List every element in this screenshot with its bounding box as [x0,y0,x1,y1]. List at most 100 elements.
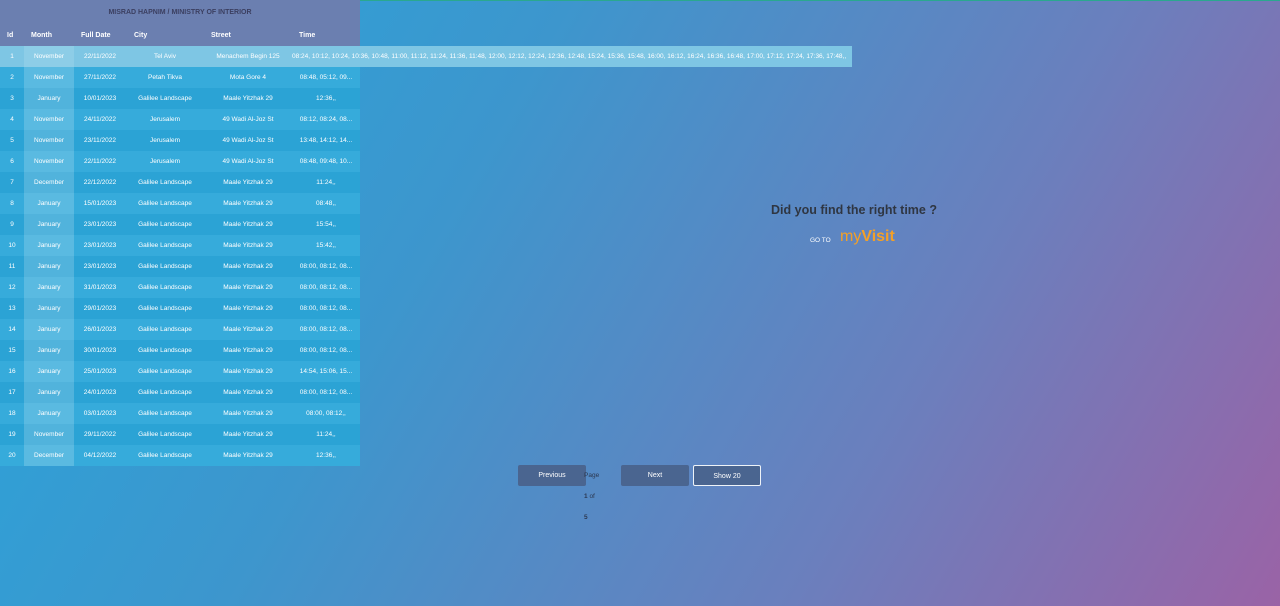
cell-full-date: 22/11/2022 [83,158,117,165]
cell-id: 4 [10,116,14,123]
cell-id: 12 [8,284,16,291]
cell-city: Galilee Landscape [138,410,192,417]
cell-time: 12:36,, [316,452,336,459]
table-row[interactable]: 1 November 22/11/2022 Tel Aviv Menachem Begi… [0,46,853,67]
cell-id: 19 [8,431,16,438]
column-header-month[interactable]: Month [31,25,52,46]
cell-time: 08:00, 08:12, 08... [299,326,353,333]
cell-full-date: 24/11/2022 [83,116,117,123]
cell-street: Maale Yitzhak 29 [223,179,273,186]
cell-street: Maale Yitzhak 29 [223,452,273,459]
cell-id: 16 [8,368,16,375]
table-row[interactable]: 13 January 29/01/2023 Galilee Landscape Maal… [0,298,360,319]
cell-month: January [24,235,74,256]
table-row[interactable]: 18 January 03/01/2023 Galilee Landscape Maal… [0,403,360,424]
cell-month: November [24,130,74,151]
table-row[interactable]: 14 January 26/01/2023 Galilee Landscape Maal… [0,319,360,340]
cell-full-date: 23/01/2023 [83,242,117,249]
cell-street: Maale Yitzhak 29 [223,263,273,270]
cell-month: January [24,193,74,214]
cell-time: 08:00, 08:12, 08... [299,305,353,312]
promo-panel: Did you find the right time ? GO TO myVi… [740,203,968,245]
cell-id: 1 [10,53,14,60]
table-row[interactable]: 5 November 23/11/2022 Jerusalem 49 Wadi Al-J… [0,130,360,151]
cell-id: 11 [8,263,16,270]
brand-prefix: my [840,228,862,245]
table-row[interactable]: 17 January 24/01/2023 Galilee Landscape Maal… [0,382,360,403]
page-label: Page [584,472,600,479]
cell-time: 08:48, 05:12, 09... [299,74,353,81]
cell-street: Maale Yitzhak 29 [223,284,273,291]
cell-time: 15:54,, [316,221,336,228]
cell-street: Maale Yitzhak 29 [223,389,273,396]
cell-month: November [24,424,74,445]
myvisit-link[interactable]: myVisit [840,228,895,246]
table-row[interactable]: 15 January 30/01/2023 Galilee Landscape Maal… [0,340,360,361]
cell-street: Maale Yitzhak 29 [223,410,273,417]
cell-city: Galilee Landscape [138,326,192,333]
cell-street: Maale Yitzhak 29 [223,95,273,102]
table-row[interactable]: 6 November 22/11/2022 Jerusalem 49 Wadi Al-J… [0,151,360,172]
column-header-street[interactable]: Street [211,25,231,46]
cell-city: Galilee Landscape [138,284,192,291]
cell-full-date: 10/01/2023 [83,95,117,102]
column-header-id[interactable]: Id [7,25,13,46]
cell-id: 13 [8,305,16,312]
cell-full-date: 22/12/2022 [83,179,117,186]
table-row[interactable]: 12 January 31/01/2023 Galilee Landscape Maal… [0,277,360,298]
cell-id: 6 [10,158,14,165]
column-header-full-date[interactable]: Full Date [81,25,111,46]
page-indicator: Page 1 of 5 [584,465,599,528]
table-row[interactable]: 20 December 04/12/2022 Galilee Landscape Maa… [0,445,360,466]
table-body: 1 November 22/11/2022 Tel Aviv Menachem Begi… [0,46,853,466]
cell-street: Menachem Begin 125 [216,53,280,60]
cell-city: Tel Aviv [154,53,176,60]
cell-city: Galilee Landscape [138,95,192,102]
cell-street: Maale Yitzhak 29 [223,200,273,207]
cell-id: 2 [10,74,14,81]
table-row[interactable]: 11 January 23/01/2023 Galilee Landscape Maal… [0,256,360,277]
table-row[interactable]: 3 January 10/01/2023 Galilee Landscape Maale… [0,88,360,109]
cell-city: Galilee Landscape [138,221,192,228]
cell-month: November [24,46,74,67]
column-header-city[interactable]: City [134,25,147,46]
cell-month: January [24,319,74,340]
table-row[interactable]: 2 November 27/11/2022 Petah Tikva Mota Gore … [0,67,360,88]
next-button[interactable]: Next [621,465,689,486]
cell-month: January [24,298,74,319]
cell-id: 9 [10,221,14,228]
cell-month: January [24,340,74,361]
cell-time: 11:24,, [316,431,336,438]
cell-id: 10 [8,242,16,249]
cell-city: Jerusalem [150,158,180,165]
table-row[interactable]: 16 January 25/01/2023 Galilee Landscape Maal… [0,361,360,382]
previous-button[interactable]: Previous [518,465,586,486]
table-row[interactable]: 10 January 23/01/2023 Galilee Landscape Maal… [0,235,360,256]
cell-full-date: 31/01/2023 [83,284,117,291]
cell-city: Jerusalem [150,116,180,123]
cell-time: 08:24, 10:12, 10:24, 10:36, 10:48, 11:00… [292,46,853,67]
cell-time: 08:00, 08:12, 08... [299,263,353,270]
cell-id: 5 [10,137,14,144]
table-row[interactable]: 9 January 23/01/2023 Galilee Landscape Maale… [0,214,360,235]
table-row[interactable]: 7 December 22/12/2022 Galilee Landscape Maal… [0,172,360,193]
cell-full-date: 26/01/2023 [83,326,117,333]
cell-street: Maale Yitzhak 29 [223,431,273,438]
table-row[interactable]: 8 January 15/01/2023 Galilee Landscape Maale… [0,193,360,214]
page-size-select[interactable]: Show 20 [693,465,761,486]
appointments-table: MISRAD HAPNIM / MINISTRY OF INTERIOR Id … [0,0,853,466]
cell-full-date: 22/11/2022 [83,53,117,60]
cell-month: January [24,382,74,403]
column-header-time[interactable]: Time [299,25,315,46]
table-row[interactable]: 4 November 24/11/2022 Jerusalem 49 Wadi Al-J… [0,109,360,130]
cell-month: January [24,88,74,109]
table-row[interactable]: 19 November 29/11/2022 Galilee Landscape Maa… [0,424,360,445]
cell-id: 7 [10,179,14,186]
cell-street: Maale Yitzhak 29 [223,242,273,249]
cell-full-date: 03/01/2023 [83,410,117,417]
cell-time: 08:00, 08:12, 08... [299,347,353,354]
cell-time: 13:48, 14:12, 14... [299,137,353,144]
cell-street: 49 Wadi Al-Joz St [222,137,274,144]
cell-city: Galilee Landscape [138,305,192,312]
cell-street: Maale Yitzhak 29 [223,347,273,354]
